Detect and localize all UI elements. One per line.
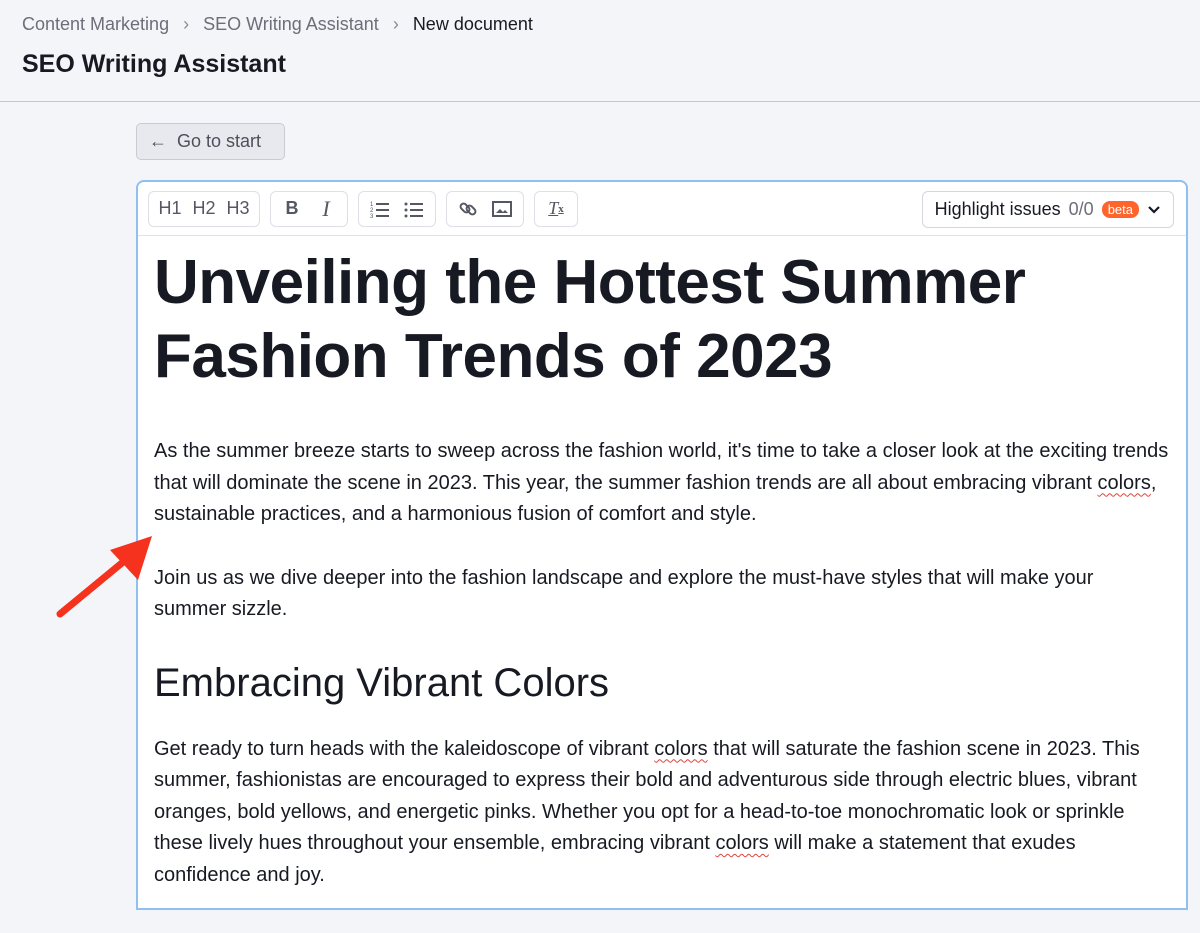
document-content[interactable]: Unveiling the Hottest Summer Fashion Tre… [138,236,1186,933]
section-heading: Embracing Vibrant Colors [154,660,610,705]
document-title: Unveiling the Hottest Summer Fashion Tre… [154,248,1026,391]
clear-format-icon[interactable]: Tx [541,194,571,224]
h2-button[interactable]: H2 [189,194,219,224]
image-icon[interactable] [487,194,517,224]
italic-button[interactable]: I [311,194,341,224]
chevron-right-icon: › [392,13,399,34]
h3-button[interactable]: H3 [223,194,253,224]
heading-group: H1 H2 H3 [148,190,260,227]
editor[interactable]: H1 H2 H3 B I 123 Tx Highlight issues 0/0… [136,180,1188,910]
bullet-list-icon[interactable] [399,194,429,224]
chevron-down-icon [1147,199,1161,220]
paragraph: As the summer breeze starts to sweep acr… [154,440,1169,525]
breadcrumb-seo-writing-assistant[interactable]: SEO Writing Assistant [203,14,379,35]
paragraph: Join us as we dive deeper into the fashi… [154,566,1094,621]
spelling-issue[interactable]: colors [654,738,707,760]
breadcrumb-content-marketing[interactable]: Content Marketing [22,14,169,35]
svg-text:3: 3 [370,214,374,218]
highlight-issues-label: Highlight issues [934,199,1061,219]
breadcrumb: Content Marketing › SEO Writing Assistant… [22,12,1178,36]
chevron-right-icon: › [183,13,190,34]
highlight-issues-dropdown[interactable]: Highlight issues 0/0 beta [921,191,1174,228]
go-to-start-button[interactable]: ← Go to start [136,123,285,160]
h1-button[interactable]: H1 [155,194,185,224]
arrow-left-icon: ← [149,131,167,151]
page-header: Content Marketing › SEO Writing Assistant… [0,0,1200,102]
issue-count: 0/0 [1068,199,1094,219]
clear-format-group: Tx [534,190,578,227]
editor-toolbar: H1 H2 H3 B I 123 Tx Highlight issues 0/0… [138,182,1186,236]
beta-badge: beta [1101,201,1139,218]
page-title: SEO Writing Assistant [22,50,286,78]
spelling-issue[interactable]: colors [1097,472,1150,494]
go-to-start-label: Go to start [177,131,262,151]
ordered-list-icon[interactable]: 123 [365,194,395,224]
insert-group [446,190,524,227]
paragraph: Get ready to turn heads with the kaleido… [154,737,1140,886]
spelling-issue[interactable]: colors [715,832,768,854]
bold-button[interactable]: B [277,194,307,224]
red-arrow-annotation [56,536,152,618]
format-group: B I [270,190,348,227]
list-group: 123 [358,190,436,227]
breadcrumb-current: New document [412,13,533,34]
link-icon[interactable] [453,194,483,224]
